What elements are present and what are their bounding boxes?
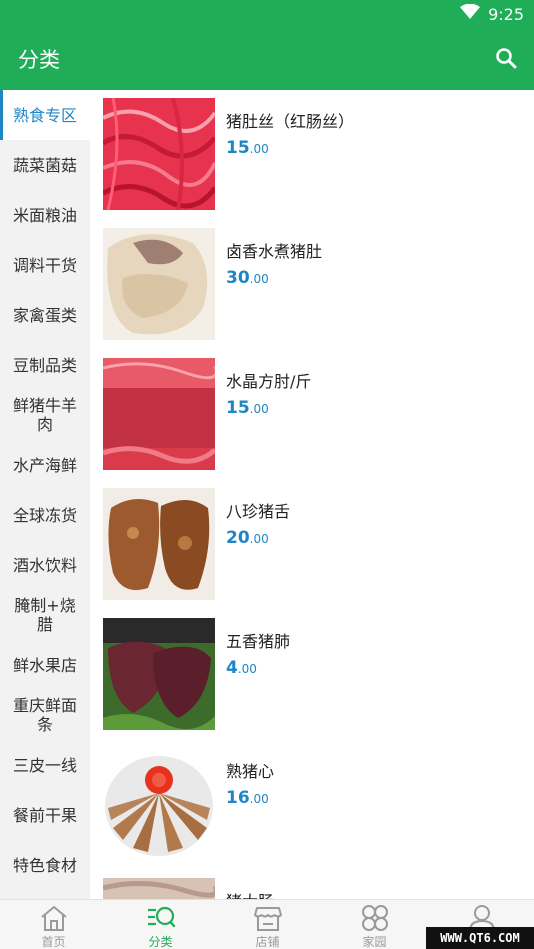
product-price: 30.00 (226, 268, 269, 288)
product-name: 水晶方肘/斤 (226, 372, 312, 391)
product-list: 猪肚丝（红肠丝） 15.00 卤香水煮猪肚 30.00 水晶方肘/斤 15.00… (90, 90, 534, 899)
status-bar: 9:25 (0, 0, 534, 28)
nav-shop-label: 店铺 (255, 935, 280, 949)
sidebar-item-seasoning[interactable]: 调料干货 (0, 240, 90, 290)
home-icon (40, 906, 67, 931)
product-item[interactable]: 猪肚丝（红肠丝） 15.00 (103, 98, 523, 210)
product-price: 16.00 (226, 788, 269, 808)
product-image (103, 488, 215, 600)
wifi-icon (460, 3, 481, 24)
product-name: 猪肚丝（红肠丝） (226, 112, 355, 131)
nav-category[interactable]: 分类 (107, 900, 214, 949)
nav-community[interactable]: 家园 (321, 900, 428, 949)
sidebar-item-skin-line[interactable]: 三皮一线 (0, 740, 90, 790)
sidebar-item-specialty[interactable]: 特色食材 (0, 840, 90, 890)
product-price: 15.00 (226, 398, 269, 418)
product-price: 20.00 (226, 528, 269, 548)
sidebar-item-nuts[interactable]: 餐前干果 (0, 790, 90, 840)
sidebar-item-cured[interactable]: 腌制+烧腊 (0, 590, 90, 640)
category-sidebar: 熟食专区 蔬菜菌菇 米面粮油 调料干货 家禽蛋类 豆制品类 鲜猪牛羊肉 水产海鲜… (0, 90, 90, 899)
product-name: 猪大肠 (226, 888, 274, 899)
nav-community-label: 家园 (362, 935, 387, 949)
product-name: 八珍猪舌 (226, 502, 291, 521)
sidebar-item-vegetables[interactable]: 蔬菜菌菇 (0, 140, 90, 190)
category-icon (147, 906, 175, 928)
search-icon (496, 48, 517, 69)
app-bar: 分类 (0, 28, 534, 90)
search-button[interactable] (490, 42, 522, 74)
product-item[interactable]: 水晶方肘/斤 15.00 (103, 358, 523, 470)
sidebar-item-poultry-eggs[interactable]: 家禽蛋类 (0, 290, 90, 340)
product-image (103, 618, 215, 730)
status-right: 9:25 (460, 3, 524, 24)
product-image (103, 358, 215, 470)
nav-category-label: 分类 (148, 935, 173, 949)
page-title: 分类 (18, 48, 60, 72)
product-name: 卤香水煮猪肚 (226, 242, 323, 261)
status-time: 9:25 (488, 4, 524, 24)
nav-shop[interactable]: 店铺 (214, 900, 321, 949)
product-image (103, 748, 215, 860)
sidebar-item-seafood[interactable]: 水产海鲜 (0, 440, 90, 490)
sidebar-item-frozen[interactable]: 全球冻货 (0, 490, 90, 540)
community-icon (361, 905, 388, 931)
nav-home-label: 首页 (41, 935, 66, 949)
product-image (103, 878, 215, 899)
product-price: 15.00 (226, 138, 269, 158)
sidebar-item-noodles[interactable]: 重庆鲜面条 (0, 690, 90, 740)
product-item[interactable]: 卤香水煮猪肚 30.00 (103, 228, 523, 340)
watermark: WWW.QT6.COM (426, 927, 534, 949)
product-name: 熟猪心 (226, 762, 275, 781)
product-image (103, 98, 215, 210)
product-item[interactable]: 猪大肠 (103, 878, 523, 899)
product-item[interactable]: 五香猪肺 4.00 (103, 618, 523, 730)
product-item[interactable]: 八珍猪舌 20.00 (103, 488, 523, 600)
product-image (103, 228, 215, 340)
nav-home[interactable]: 首页 (0, 900, 107, 949)
product-price: 4.00 (226, 658, 257, 678)
sidebar-item-fresh-meat[interactable]: 鲜猪牛羊肉 (0, 390, 90, 440)
product-name: 五香猪肺 (226, 632, 291, 651)
shop-icon (253, 907, 282, 931)
product-item[interactable]: 熟猪心 16.00 (103, 748, 523, 860)
sidebar-item-tofu[interactable]: 豆制品类 (0, 340, 90, 390)
sidebar-item-cooked-food[interactable]: 熟食专区 (0, 90, 90, 140)
sidebar-item-fruit[interactable]: 鲜水果店 (0, 640, 90, 690)
sidebar-item-drinks[interactable]: 酒水饮料 (0, 540, 90, 590)
sidebar-item-grain-oil[interactable]: 米面粮油 (0, 190, 90, 240)
